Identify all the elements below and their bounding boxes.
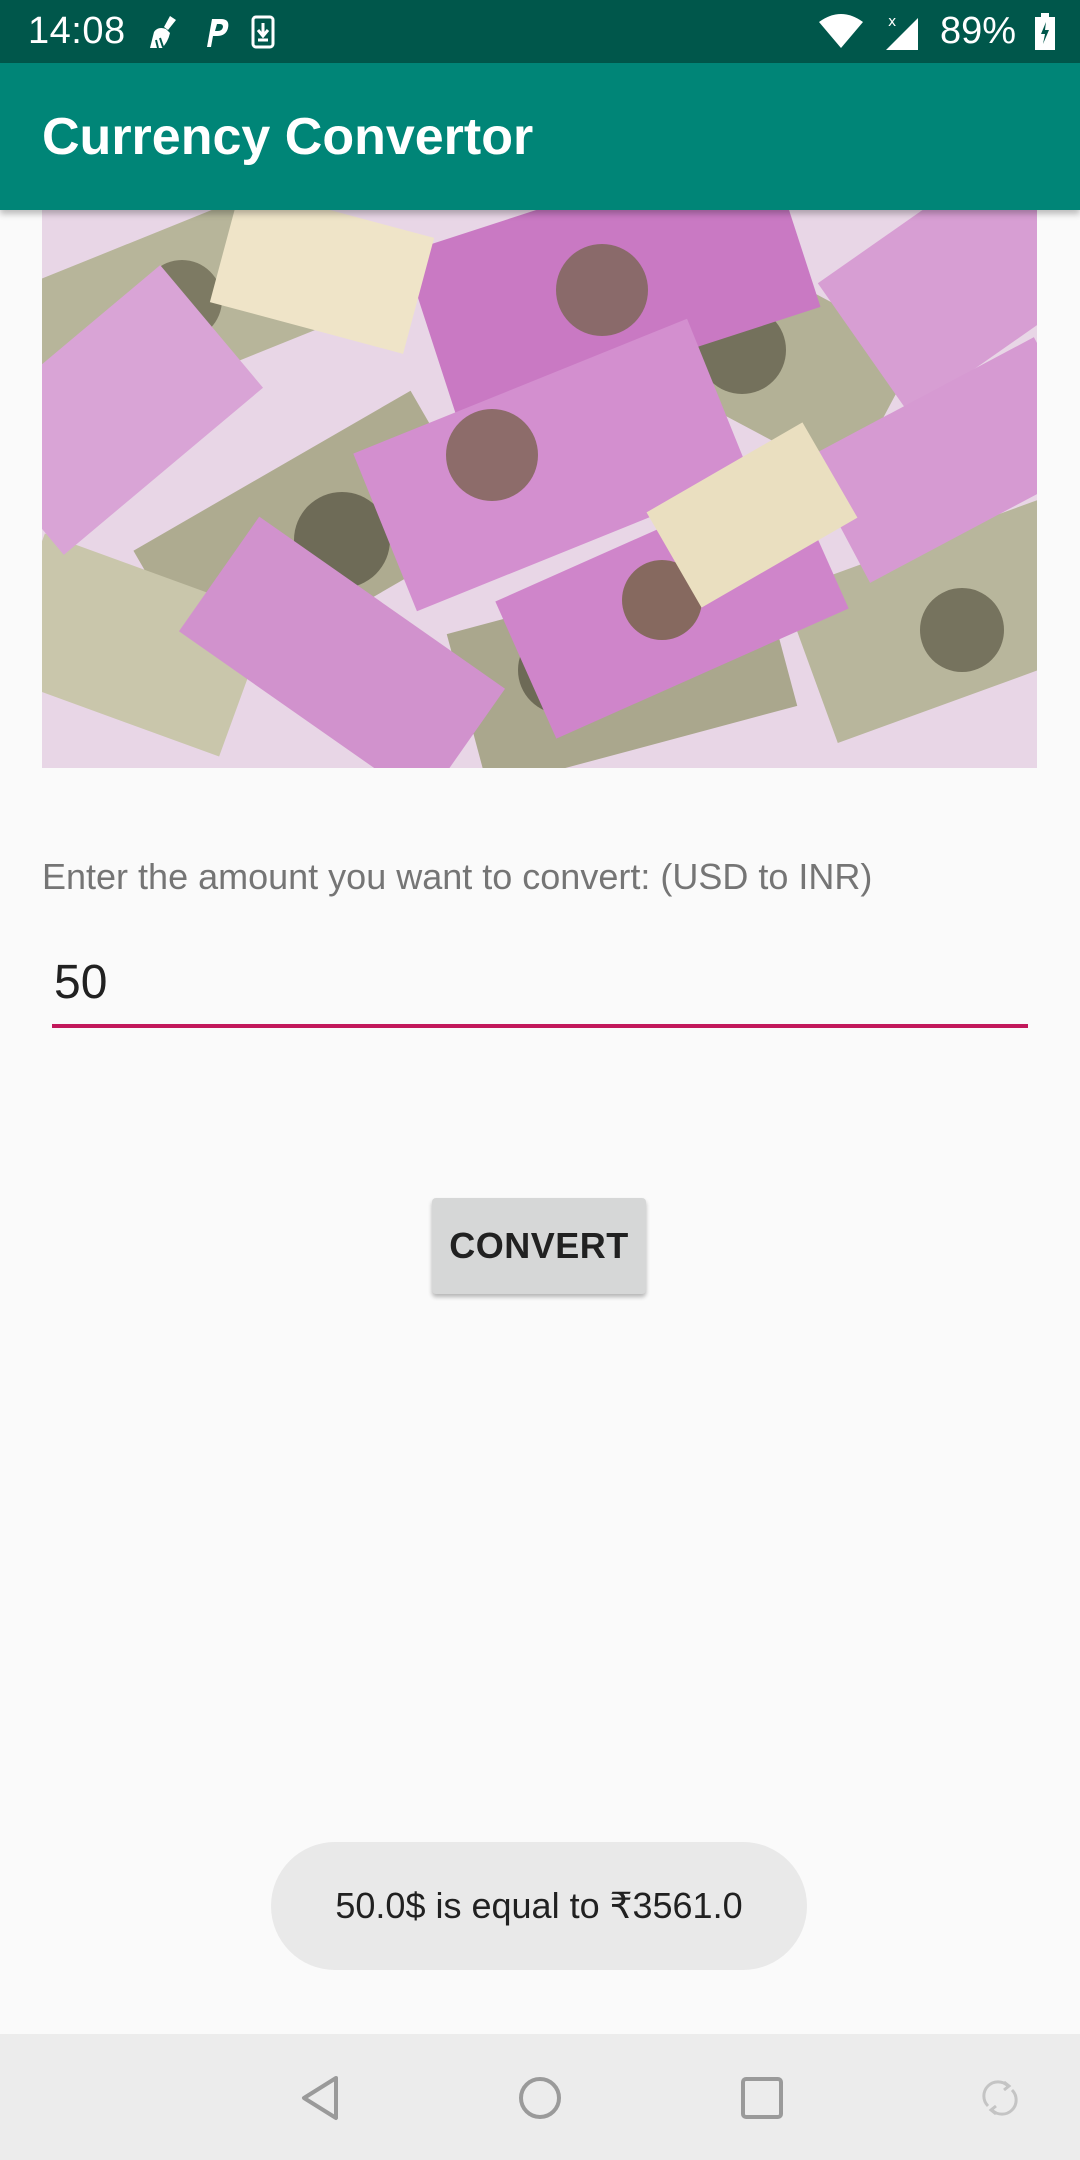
status-time: 14:08 (28, 10, 126, 52)
broom-icon (144, 14, 184, 50)
convert-button[interactable]: CONVERT (432, 1198, 646, 1294)
rotate-icon[interactable] (970, 2068, 1030, 2128)
screen: 14:08 x 89% Currency Convertor Enter the… (0, 0, 1080, 2160)
download-phone-icon (250, 15, 276, 49)
parking-p-icon (202, 15, 232, 49)
app-title: Currency Convertor (42, 107, 534, 166)
status-left: 14:08 (28, 10, 276, 53)
cell-signal-icon: x (882, 12, 922, 52)
app-bar: Currency Convertor (0, 63, 1080, 210)
battery-percent: 89% (939, 10, 1016, 52)
amount-input[interactable] (52, 948, 1028, 1028)
recents-icon[interactable] (732, 2068, 792, 2128)
status-right: x 89% (818, 10, 1056, 53)
svg-text:x: x (888, 14, 896, 30)
result-toast: 50.0$ is equal to ₹3561.0 (271, 1842, 807, 1970)
nav-bar (0, 2034, 1080, 2160)
wifi-icon (818, 13, 864, 50)
toast-message: 50.0$ is equal to ₹3561.0 (335, 1885, 743, 1926)
battery-icon (1034, 12, 1056, 51)
amount-prompt-label: Enter the amount you want to convert: (U… (42, 856, 873, 897)
home-icon[interactable] (510, 2068, 570, 2128)
status-bar: 14:08 x 89% (0, 0, 1080, 63)
indian-rupee-notes-image (42, 210, 1037, 768)
back-icon[interactable] (290, 2068, 350, 2128)
